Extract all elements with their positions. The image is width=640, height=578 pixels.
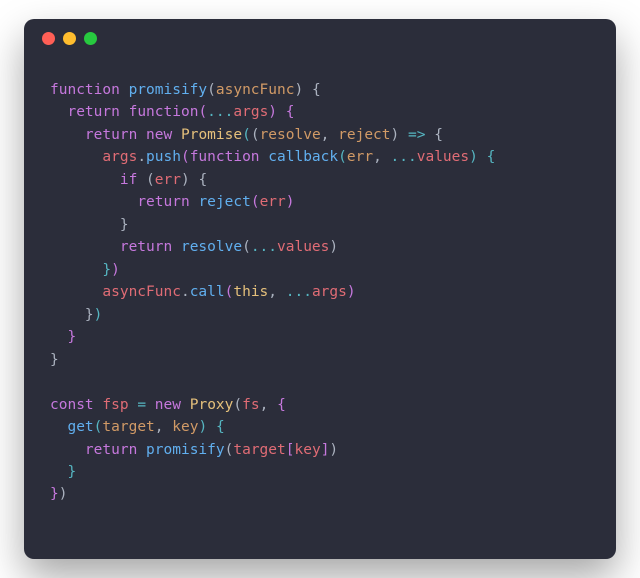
keyword: new <box>146 127 172 143</box>
identifier: err <box>155 172 181 188</box>
op: => <box>408 127 425 143</box>
punct: { <box>277 397 286 413</box>
identifier: values <box>417 149 469 165</box>
punct: ( <box>251 194 260 210</box>
identifier: args <box>312 284 347 300</box>
punct: { <box>487 149 496 165</box>
keyword: return <box>85 442 137 458</box>
punct: ) <box>294 82 303 98</box>
identifier: fs <box>242 397 259 413</box>
punct: { <box>434 127 443 143</box>
identifier: fsp <box>102 397 128 413</box>
param: target <box>102 419 154 435</box>
punct: } <box>120 217 129 233</box>
keyword: new <box>155 397 181 413</box>
close-icon[interactable] <box>42 32 55 45</box>
punct: . <box>137 149 146 165</box>
punct: ) <box>94 307 103 323</box>
punct: { <box>216 419 225 435</box>
keyword: function <box>129 104 199 120</box>
punct: ) <box>329 442 338 458</box>
identifier: args <box>233 104 268 120</box>
code-block: function promisify(asyncFunc) { return f… <box>24 57 616 532</box>
punct: { <box>312 82 321 98</box>
punct: ) <box>329 239 338 255</box>
param: asyncFunc <box>216 82 295 98</box>
punct: ) <box>286 194 295 210</box>
punct: ( <box>146 172 155 188</box>
method: get <box>67 419 93 435</box>
keyword: function <box>190 149 260 165</box>
function-name: promisify <box>129 82 208 98</box>
identifier: err <box>260 194 286 210</box>
punct: } <box>67 464 76 480</box>
punct: ( <box>207 82 216 98</box>
code-window: function promisify(asyncFunc) { return f… <box>24 19 616 559</box>
punct: . <box>181 284 190 300</box>
punct: ( <box>233 397 242 413</box>
punct: } <box>102 262 111 278</box>
titlebar <box>24 19 616 57</box>
keyword: return <box>67 104 119 120</box>
identifier: key <box>294 442 320 458</box>
punct: { <box>198 172 207 188</box>
op: ... <box>251 239 277 255</box>
function-name: callback <box>268 149 338 165</box>
punct: ) <box>181 172 190 188</box>
minimize-icon[interactable] <box>63 32 76 45</box>
identifier: values <box>277 239 329 255</box>
punct: } <box>50 352 59 368</box>
function-name: resolve <box>181 239 242 255</box>
method: call <box>190 284 225 300</box>
param: reject <box>338 127 390 143</box>
punct: ( <box>198 104 207 120</box>
op: ... <box>286 284 312 300</box>
identifier: asyncFunc <box>102 284 181 300</box>
op: = <box>137 397 146 413</box>
punct: } <box>85 307 94 323</box>
punct: ( <box>251 127 260 143</box>
punct: { <box>286 104 295 120</box>
punct: ( <box>181 149 190 165</box>
keyword: return <box>120 239 172 255</box>
maximize-icon[interactable] <box>84 32 97 45</box>
punct: ) <box>391 127 400 143</box>
punct: ( <box>242 239 251 255</box>
punct: ) <box>198 419 207 435</box>
method: push <box>146 149 181 165</box>
punct: ( <box>242 127 251 143</box>
punct: ) <box>268 104 277 120</box>
param: err <box>347 149 373 165</box>
op: ... <box>207 104 233 120</box>
keyword: const <box>50 397 94 413</box>
punct: , <box>155 419 164 435</box>
class: Promise <box>181 127 242 143</box>
function-name: reject <box>198 194 250 210</box>
param: resolve <box>260 127 321 143</box>
punct: } <box>67 329 76 345</box>
param: key <box>172 419 198 435</box>
keyword: return <box>85 127 137 143</box>
keyword-this: this <box>233 284 268 300</box>
keyword: if <box>120 172 137 188</box>
punct: , <box>260 397 269 413</box>
punct: ) <box>59 486 68 502</box>
punct: , <box>268 284 277 300</box>
punct: ) <box>111 262 120 278</box>
punct: } <box>50 486 59 502</box>
punct: , <box>373 149 382 165</box>
identifier: target <box>233 442 285 458</box>
identifier: args <box>102 149 137 165</box>
function-name: promisify <box>146 442 225 458</box>
keyword: function <box>50 82 120 98</box>
keyword: return <box>137 194 189 210</box>
punct: ) <box>347 284 356 300</box>
punct: ( <box>338 149 347 165</box>
class: Proxy <box>190 397 234 413</box>
op: ... <box>391 149 417 165</box>
punct: , <box>321 127 330 143</box>
punct: ) <box>469 149 478 165</box>
